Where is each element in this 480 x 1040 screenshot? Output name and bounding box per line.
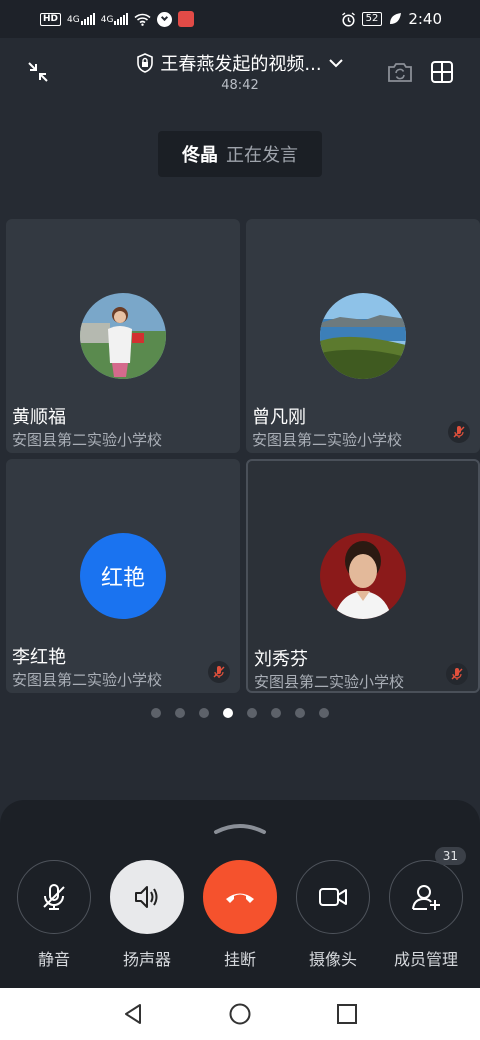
page-dot[interactable] <box>319 708 329 718</box>
member-management-label: 成员管理 <box>393 950 458 969</box>
app-notification-icon <box>157 11 173 27</box>
system-navigation-bar <box>0 988 480 1040</box>
page-dot[interactable] <box>271 708 281 718</box>
call-title-area[interactable]: 王春燕发起的视频... 48:42 <box>100 50 380 93</box>
panel-drag-handle[interactable] <box>212 820 268 839</box>
active-speaker-indicator: 佟晶 正在发言 <box>158 131 322 177</box>
chevron-down-icon[interactable] <box>328 57 344 69</box>
page-indicator[interactable] <box>0 708 480 718</box>
page-dot[interactable] <box>295 708 305 718</box>
participant-org: 安图县第二实验小学校 <box>12 431 163 449</box>
participant-name: 黄顺福 <box>12 407 66 428</box>
avatar <box>320 293 406 379</box>
alarm-icon <box>341 11 355 27</box>
mic-off-icon[interactable] <box>17 860 91 934</box>
participant-tile[interactable]: 黄顺福 安图县第二实验小学校 <box>6 219 240 453</box>
mute-label: 静音 <box>37 950 70 969</box>
hd-indicator: HD <box>40 12 62 26</box>
page-dot[interactable] <box>199 708 209 718</box>
recents-icon[interactable] <box>336 1003 358 1025</box>
signal-icon: 4G <box>67 13 95 25</box>
participant-name: 李红艳 <box>12 647 66 668</box>
participant-name: 曾凡刚 <box>252 407 306 428</box>
speaker-label: 扬声器 <box>122 950 171 969</box>
hangup-icon[interactable] <box>203 860 277 934</box>
camera-switch-icon[interactable] <box>385 58 415 86</box>
page-dot-current[interactable] <box>223 708 233 718</box>
member-count-badge: 31 <box>434 847 466 865</box>
hangup-button[interactable]: 挂断 <box>202 860 278 970</box>
page-dot[interactable] <box>247 708 257 718</box>
camera-label: 摄像头 <box>308 950 357 969</box>
battery-level: 52 <box>361 12 383 26</box>
call-header: 王春燕发起的视频... 48:42 <box>0 38 480 100</box>
mic-muted-icon <box>448 421 470 443</box>
member-management-button[interactable]: 31 成员管理 <box>388 847 466 970</box>
clock: 2:40 <box>408 10 442 28</box>
call-controls-panel: 静音 扬声器 挂断 摄像头 31 成员管理 <box>0 800 480 988</box>
signal-icon-2: 4G <box>101 13 129 25</box>
call-title: 王春燕发起的视频... <box>160 54 322 75</box>
network-type-label-2: 4G <box>100 15 114 25</box>
page-dot[interactable] <box>175 708 185 718</box>
speaker-icon[interactable] <box>110 860 184 934</box>
app-notification-icon-2 <box>178 11 195 27</box>
hangup-label: 挂断 <box>223 950 256 969</box>
mic-muted-icon <box>208 661 230 683</box>
participant-org: 安图县第二实验小学校 <box>254 673 405 691</box>
page-dot[interactable] <box>151 708 161 718</box>
avatar: 红艳 <box>80 533 166 619</box>
participant-tile[interactable]: 曾凡刚 安图县第二实验小学校 <box>246 219 480 453</box>
avatar <box>80 293 166 379</box>
grid-layout-icon[interactable] <box>428 58 456 86</box>
status-bar: HD 4G 4G 52 2:40 <box>0 0 480 38</box>
home-icon[interactable] <box>229 1003 251 1025</box>
participant-org: 安图县第二实验小学校 <box>12 671 163 689</box>
add-member-icon[interactable]: 31 <box>389 847 466 934</box>
active-speaker-status: 正在发言 <box>226 145 298 166</box>
participant-name: 刘秀芬 <box>254 649 308 670</box>
participant-tile[interactable]: 红艳 李红艳 安图县第二实验小学校 <box>6 459 240 693</box>
call-timer: 48:42 <box>221 78 259 93</box>
participant-org: 安图县第二实验小学校 <box>252 431 403 449</box>
mute-button[interactable]: 静音 <box>16 860 92 970</box>
speaker-button[interactable]: 扬声器 <box>109 860 185 970</box>
back-icon[interactable] <box>122 1003 144 1025</box>
wifi-icon <box>134 13 151 26</box>
active-speaker-name: 佟晶 <box>182 145 218 166</box>
network-type-label: 4G <box>67 15 80 25</box>
shield-lock-icon <box>137 53 154 73</box>
minimize-icon[interactable] <box>24 58 52 86</box>
avatar <box>320 533 406 619</box>
camera-button[interactable]: 摄像头 <box>295 860 371 970</box>
camera-icon[interactable] <box>296 860 370 934</box>
mic-muted-icon <box>446 663 468 685</box>
charging-leaf-icon <box>390 13 402 24</box>
participant-tile[interactable]: 刘秀芬 安图县第二实验小学校 <box>246 459 480 693</box>
